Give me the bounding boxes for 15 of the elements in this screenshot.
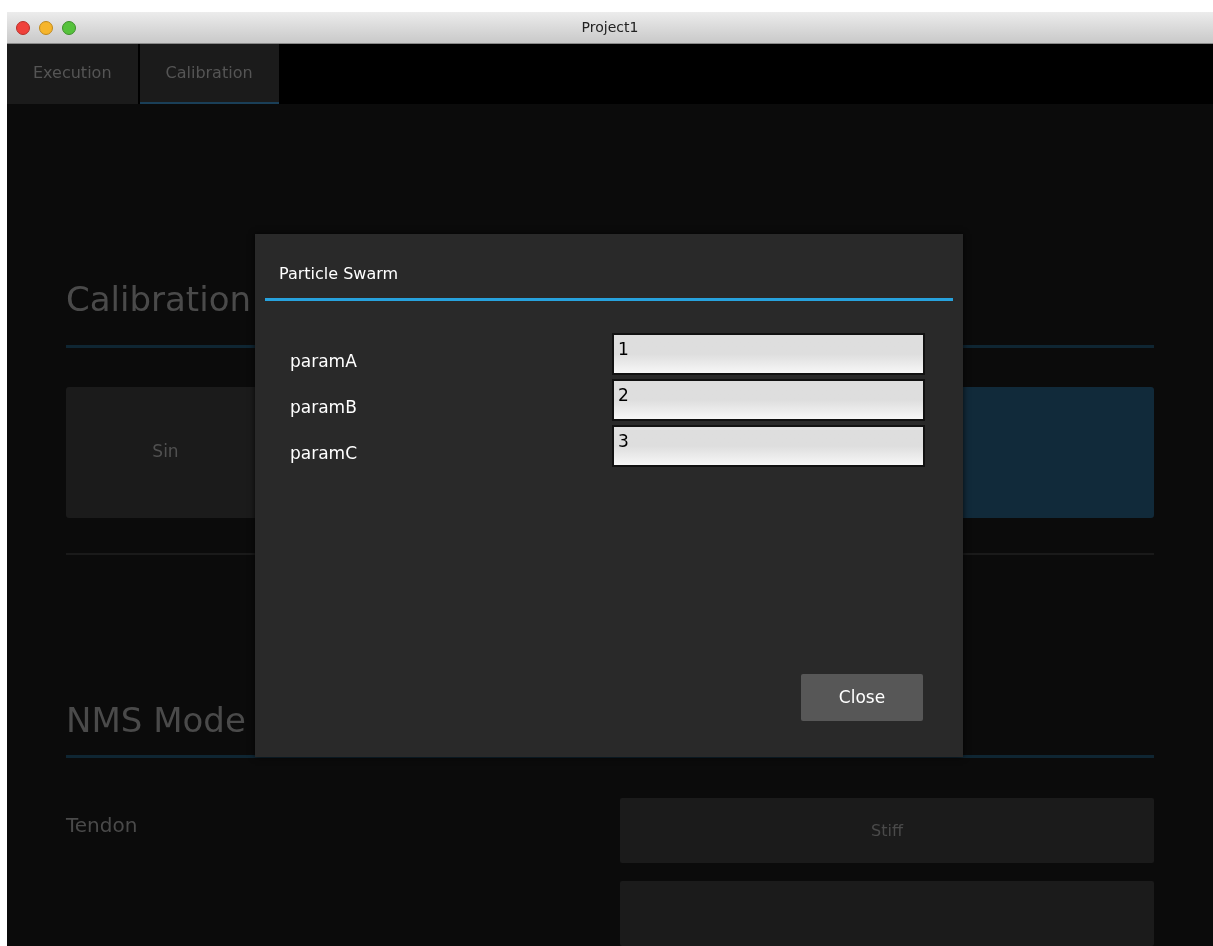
window-title: Project1 [581,18,639,37]
param-label: paramA [290,350,358,373]
param-field[interactable]: 2 [612,379,925,421]
section-heading: NMS Mode [66,699,246,743]
dialog-title: Particle Swarm [279,263,400,285]
close-button[interactable]: Close [801,674,923,721]
minimize-window-icon[interactable] [39,20,53,35]
param-field[interactable]: 3 [612,425,925,467]
close-window-icon[interactable] [16,20,30,35]
param-field[interactable]: 1 [612,333,925,375]
param-label: paramC [290,442,359,465]
tendon-label: Tendon [66,812,139,839]
zoom-window-icon[interactable] [62,20,76,35]
param-label: paramB [290,396,358,419]
section-heading: Calibration [66,278,251,321]
